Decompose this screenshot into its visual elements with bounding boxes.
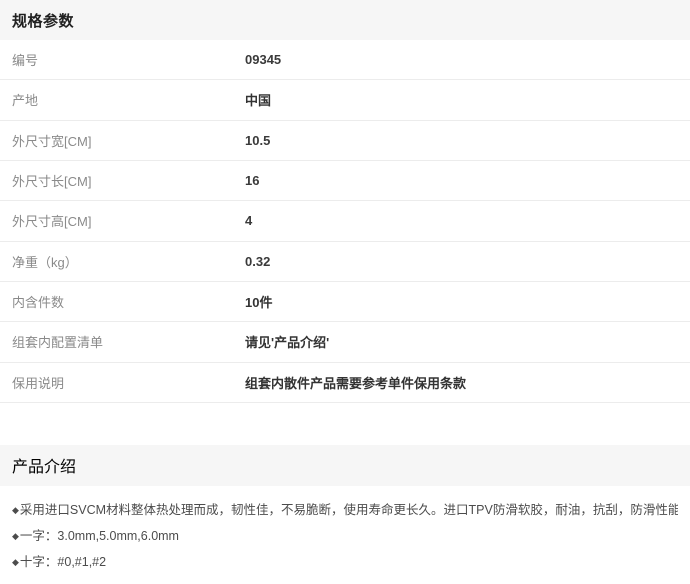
diamond-bullet-icon: ◆: [12, 505, 19, 515]
spec-row-value: 请见'产品介绍': [245, 332, 329, 351]
spec-row-label: 内含件数: [0, 292, 245, 311]
spec-row-value: 16: [245, 173, 259, 188]
spec-row-label: 保用说明: [0, 373, 245, 392]
spec-row-label: 产地: [0, 90, 245, 109]
intro-bullet-phillips: ◆十字：#0,#1,#2: [12, 549, 678, 575]
spec-row-warranty-note: 保用说明 组套内散件产品需要参考单件保用条款: [0, 363, 690, 403]
spec-row-label: 编号: [0, 50, 245, 69]
spec-row-value: 组套内散件产品需要参考单件保用条款: [245, 373, 466, 392]
spec-row-outer-width: 外尺寸宽[CM] 10.5: [0, 121, 690, 161]
spec-row-item-number: 编号 09345: [0, 40, 690, 80]
spec-row-label: 外尺寸宽[CM]: [0, 131, 245, 150]
spec-row-value: 09345: [245, 52, 281, 67]
intro-bullet-text: 采用进口SVCM材料整体热处理而成，韧性佳，不易脆断，使用寿命更长久。进口TPV…: [20, 503, 678, 517]
spec-row-piece-count: 内含件数 10件: [0, 282, 690, 322]
spec-row-origin: 产地 中国: [0, 80, 690, 120]
spec-row-label: 外尺寸长[CM]: [0, 171, 245, 190]
diamond-bullet-icon: ◆: [12, 531, 19, 541]
spec-row-outer-length: 外尺寸长[CM] 16: [0, 161, 690, 201]
spec-row-label: 组套内配置清单: [0, 332, 245, 351]
spec-row-outer-height: 外尺寸高[CM] 4: [0, 201, 690, 241]
spec-row-net-weight: 净重（kg） 0.32: [0, 242, 690, 282]
diamond-bullet-icon: ◆: [12, 557, 19, 567]
intro-section-header: 产品介绍: [0, 445, 690, 486]
spec-section-title: 规格参数: [12, 10, 74, 31]
spec-row-set-contents: 组套内配置清单 请见'产品介绍': [0, 322, 690, 362]
spec-row-value: 10.5: [245, 133, 270, 148]
spec-row-value: 4: [245, 213, 252, 228]
product-detail-page: 规格参数 编号 09345 产地 中国 外尺寸宽[CM] 10.5 外尺寸长[C…: [0, 0, 690, 584]
spec-row-label: 外尺寸高[CM]: [0, 211, 245, 230]
spec-row-value: 10件: [245, 292, 272, 311]
intro-bullet-text: 一字：3.0mm,5.0mm,6.0mm: [20, 529, 179, 543]
spec-row-label: 净重（kg）: [0, 252, 245, 271]
spec-row-value: 0.32: [245, 254, 270, 269]
intro-bullet-text: 十字：#0,#1,#2: [20, 555, 106, 569]
spec-row-value: 中国: [245, 90, 271, 109]
intro-bullet-material: ◆采用进口SVCM材料整体热处理而成，韧性佳，不易脆断，使用寿命更长久。进口TP…: [12, 497, 678, 523]
intro-section-title: 产品介绍: [12, 453, 76, 477]
spec-table: 编号 09345 产地 中国 外尺寸宽[CM] 10.5 外尺寸长[CM] 16…: [0, 40, 690, 403]
intro-content: ◆采用进口SVCM材料整体热处理而成，韧性佳，不易脆断，使用寿命更长久。进口TP…: [0, 486, 690, 575]
intro-bullet-slotted: ◆一字：3.0mm,5.0mm,6.0mm: [12, 523, 678, 549]
spec-section-header: 规格参数: [0, 0, 690, 40]
section-gap: [0, 403, 690, 445]
